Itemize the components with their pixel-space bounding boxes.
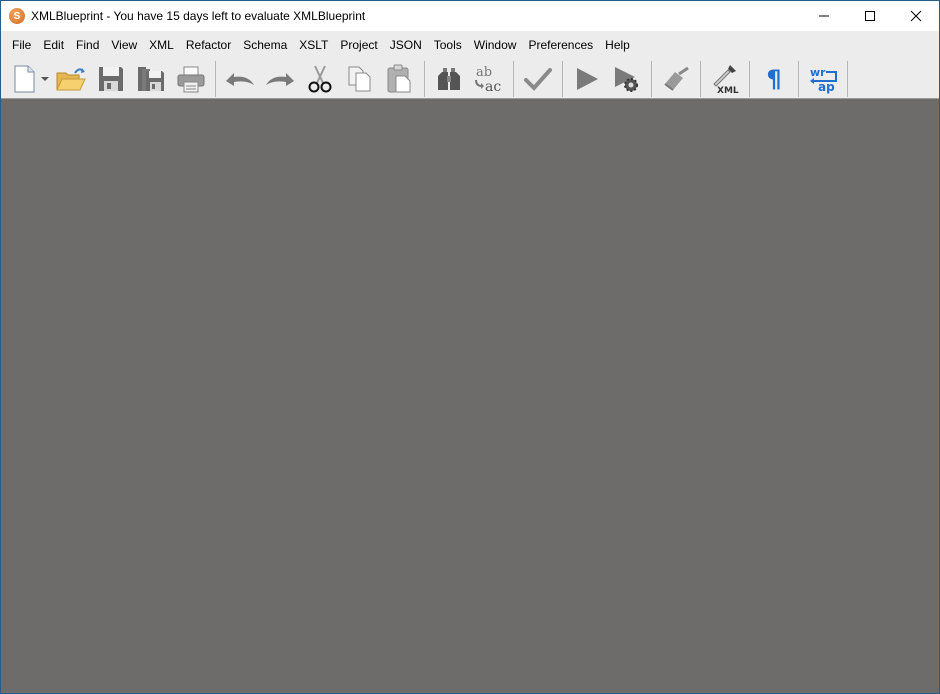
maximize-icon bbox=[865, 11, 875, 21]
open-button[interactable] bbox=[51, 61, 91, 97]
validate-button[interactable] bbox=[518, 61, 558, 97]
word-wrap-button[interactable]: wr ap bbox=[803, 61, 843, 97]
maximize-button[interactable] bbox=[847, 1, 893, 31]
toolbar-separator bbox=[513, 60, 514, 97]
svg-text:ab: ab bbox=[476, 65, 492, 80]
print-button[interactable] bbox=[171, 61, 211, 97]
play-icon bbox=[577, 67, 598, 90]
toolbar-separator bbox=[424, 60, 425, 97]
pilcrow-icon: ¶ bbox=[766, 64, 782, 93]
xml-picker-button[interactable]: XML bbox=[705, 61, 745, 97]
cut-button[interactable] bbox=[300, 61, 340, 97]
menu-view[interactable]: View bbox=[105, 31, 143, 59]
menu-window[interactable]: Window bbox=[468, 31, 523, 59]
save-all-button[interactable] bbox=[131, 61, 171, 97]
toolbar-separator bbox=[749, 60, 750, 97]
open-folder-icon bbox=[56, 67, 86, 90]
menu-help[interactable]: Help bbox=[599, 31, 636, 59]
dropper-xml-icon: XML bbox=[713, 64, 739, 95]
checkmark-icon bbox=[524, 67, 552, 91]
menu-find[interactable]: Find bbox=[70, 31, 105, 59]
menu-bar: File Edit Find View XML Refactor Schema … bbox=[1, 31, 939, 59]
menu-file[interactable]: File bbox=[6, 31, 37, 59]
toolbar: ab ac XML ¶ wr ap bbox=[1, 59, 939, 99]
toolbar-separator bbox=[562, 60, 563, 97]
svg-text:ac: ac bbox=[485, 79, 501, 94]
show-whitespace-button[interactable]: ¶ bbox=[754, 61, 794, 97]
paste-icon bbox=[387, 64, 411, 92]
svg-text:wr: wr bbox=[810, 66, 826, 79]
chevron-down-icon bbox=[41, 76, 49, 81]
save-button[interactable] bbox=[91, 61, 131, 97]
toolbar-separator bbox=[847, 60, 848, 97]
menu-refactor[interactable]: Refactor bbox=[180, 31, 237, 59]
new-dropdown-button[interactable] bbox=[39, 61, 51, 97]
find-button[interactable] bbox=[429, 61, 469, 97]
window-title: XMLBlueprint - You have 15 days left to … bbox=[31, 9, 366, 23]
menu-tools[interactable]: Tools bbox=[428, 31, 468, 59]
close-icon bbox=[910, 10, 922, 22]
new-document-button[interactable] bbox=[9, 61, 39, 97]
save-icon bbox=[99, 66, 123, 91]
window-controls bbox=[801, 1, 939, 31]
menu-xml[interactable]: XML bbox=[143, 31, 180, 59]
save-all-icon bbox=[138, 66, 164, 91]
word-wrap-icon: wr ap bbox=[810, 66, 837, 94]
svg-text:ap: ap bbox=[818, 80, 835, 94]
broom-icon bbox=[664, 66, 689, 91]
toolbar-separator bbox=[651, 60, 652, 97]
app-logo-icon: S bbox=[9, 8, 25, 24]
menu-preferences[interactable]: Preferences bbox=[522, 31, 599, 59]
menu-project[interactable]: Project bbox=[334, 31, 383, 59]
app-window: S XMLBlueprint - You have 15 days left t… bbox=[0, 0, 940, 694]
paste-button[interactable] bbox=[380, 61, 420, 97]
run-settings-button[interactable] bbox=[607, 61, 647, 97]
title-bar: S XMLBlueprint - You have 15 days left t… bbox=[1, 1, 939, 31]
scissors-icon bbox=[308, 65, 332, 92]
menu-edit[interactable]: Edit bbox=[37, 31, 70, 59]
copy-button[interactable] bbox=[340, 61, 380, 97]
clean-button[interactable] bbox=[656, 61, 696, 97]
toolbar-separator bbox=[798, 60, 799, 97]
replace-button[interactable]: ab ac bbox=[469, 61, 509, 97]
undo-button[interactable] bbox=[220, 61, 260, 97]
undo-icon bbox=[226, 72, 254, 86]
close-button[interactable] bbox=[893, 1, 939, 31]
menu-xslt[interactable]: XSLT bbox=[293, 31, 334, 59]
redo-icon bbox=[266, 72, 294, 86]
redo-button[interactable] bbox=[260, 61, 300, 97]
minimize-button[interactable] bbox=[801, 1, 847, 31]
copy-icon bbox=[348, 66, 371, 91]
svg-text:XML: XML bbox=[717, 86, 739, 95]
new-document-icon bbox=[14, 65, 35, 92]
run-button[interactable] bbox=[567, 61, 607, 97]
printer-icon bbox=[177, 66, 205, 92]
binoculars-icon bbox=[438, 67, 460, 90]
play-gear-icon bbox=[615, 66, 638, 92]
replace-icon: ab ac bbox=[475, 65, 501, 94]
menu-json[interactable]: JSON bbox=[384, 31, 428, 59]
minimize-icon bbox=[819, 15, 829, 17]
toolbar-separator bbox=[700, 60, 701, 97]
toolbar-separator bbox=[215, 60, 216, 97]
menu-schema[interactable]: Schema bbox=[237, 31, 293, 59]
editor-workspace bbox=[1, 99, 939, 693]
